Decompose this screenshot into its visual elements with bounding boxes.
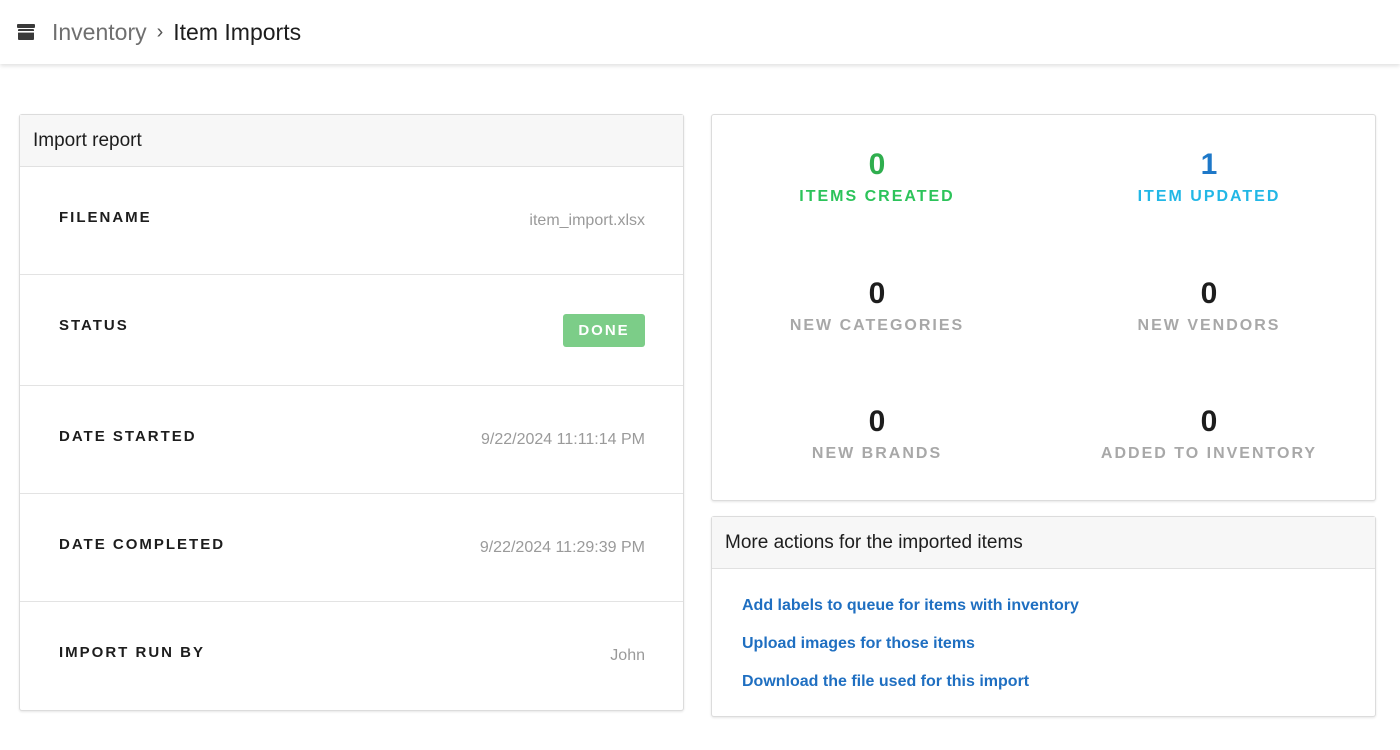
import-report-title: Import report [20, 115, 683, 167]
status-label: STATUS [59, 317, 129, 334]
import-run-by-label: IMPORT RUN BY [59, 644, 205, 661]
report-row-status: STATUS DONE [20, 275, 683, 386]
stat-label: NEW VENDORS [1137, 317, 1281, 334]
stat-value: 0 [868, 405, 886, 438]
page-title: Item Imports [173, 18, 302, 45]
stat-value: 0 [868, 148, 886, 181]
date-started-label: DATE STARTED [59, 428, 197, 445]
more-actions-panel: More actions for the imported items Add … [711, 516, 1376, 717]
breadcrumb-inventory[interactable]: Inventory [52, 19, 147, 46]
stat-items-created: 0 ITEMS CREATED [712, 148, 1042, 206]
date-completed-value: 9/22/2024 11:29:39 PM [479, 539, 645, 556]
stat-value: 0 [1200, 405, 1218, 438]
stat-new-categories: 0 NEW CATEGORIES [712, 277, 1042, 335]
upload-images-link[interactable]: Upload images for those items [742, 635, 975, 653]
stat-label: ADDED TO INVENTORY [1100, 445, 1318, 462]
stat-item-updated: 1 ITEM UPDATED [1044, 148, 1374, 206]
stat-value: 0 [1200, 277, 1218, 310]
stat-label: NEW CATEGORIES [789, 317, 965, 334]
report-row-import-run-by: IMPORT RUN BY John [20, 602, 683, 710]
import-stats-panel: 0 ITEMS CREATED 1 ITEM UPDATED 0 NEW CAT… [711, 114, 1376, 501]
status-badge: DONE [563, 314, 645, 347]
chevron-right-icon: › [156, 20, 164, 43]
stat-label: ITEM UPDATED [1137, 188, 1281, 205]
report-row-date-completed: DATE COMPLETED 9/22/2024 11:29:39 PM [20, 494, 683, 602]
stat-new-brands: 0 NEW BRANDS [712, 405, 1042, 463]
date-completed-label: DATE COMPLETED [59, 536, 226, 553]
add-labels-link[interactable]: Add labels to queue for items with inven… [742, 597, 1079, 615]
filename-value: item_import.xlsx [529, 212, 645, 229]
archive-box-icon [16, 22, 36, 42]
more-actions-title: More actions for the imported items [712, 517, 1375, 569]
date-started-value: 9/22/2024 11:11:14 PM [481, 431, 645, 448]
filename-label: FILENAME [59, 209, 152, 226]
stat-new-vendors: 0 NEW VENDORS [1044, 277, 1374, 335]
stat-label: ITEMS CREATED [799, 188, 955, 205]
import-run-by-value: John [610, 647, 645, 664]
stat-label: NEW BRANDS [811, 445, 943, 462]
stat-value: 1 [1200, 148, 1218, 181]
stat-value: 0 [868, 277, 886, 310]
stat-added-to-inventory: 0 ADDED TO INVENTORY [1044, 405, 1374, 463]
report-row-date-started: DATE STARTED 9/22/2024 11:11:14 PM [20, 386, 683, 494]
import-report-panel: Import report FILENAME item_import.xlsx … [19, 114, 684, 711]
top-bar: Inventory › Item Imports [0, 0, 1400, 64]
report-row-filename: FILENAME item_import.xlsx [20, 167, 683, 275]
download-file-link[interactable]: Download the file used for this import [742, 673, 1029, 691]
